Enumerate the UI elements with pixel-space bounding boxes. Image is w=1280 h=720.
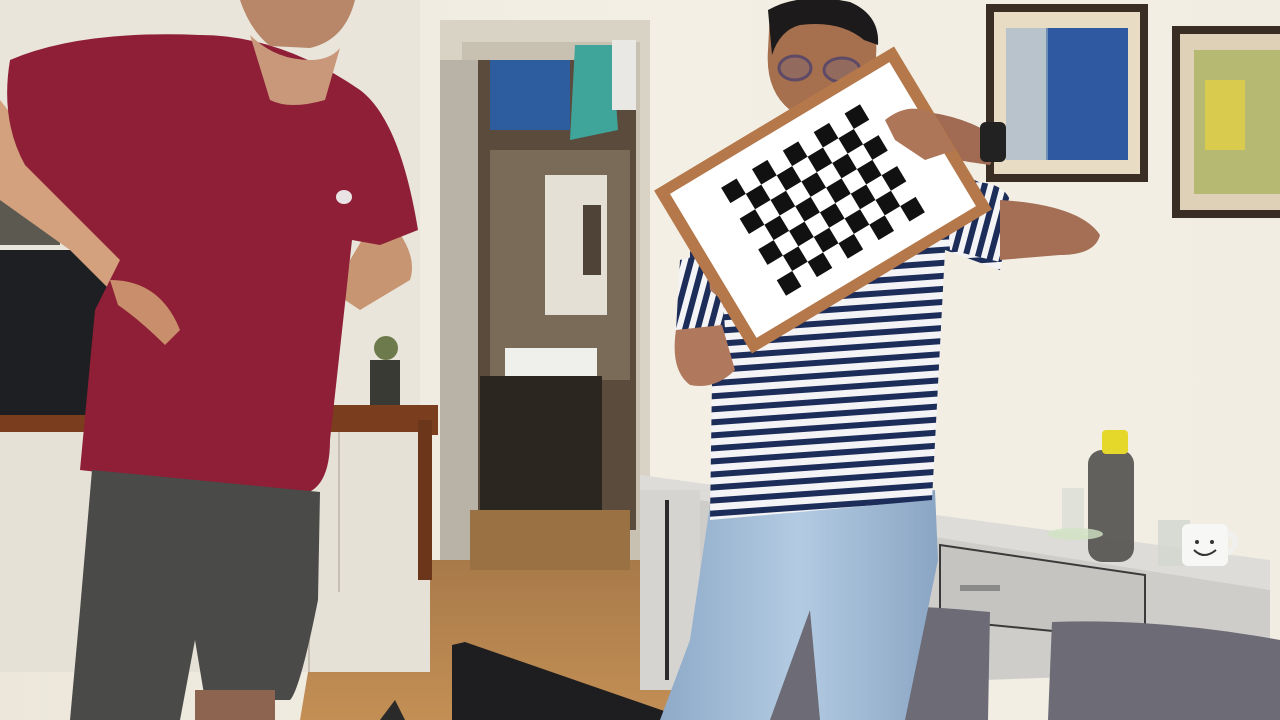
photo-scene bbox=[0, 0, 1280, 720]
painting-1 bbox=[986, 4, 1148, 182]
painting-2 bbox=[1172, 26, 1280, 218]
mug bbox=[1182, 524, 1238, 566]
small-plant bbox=[370, 336, 400, 405]
sink bbox=[505, 348, 597, 376]
